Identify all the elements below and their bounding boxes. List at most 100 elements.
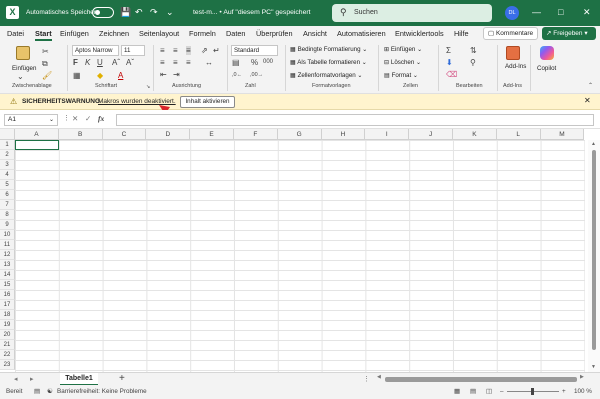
enter-icon[interactable]: ✓ [85, 114, 91, 123]
row-header[interactable]: 13 [0, 260, 15, 270]
row-header[interactable]: 20 [0, 330, 15, 340]
column-header[interactable]: I [365, 129, 410, 140]
tab-daten[interactable]: Daten [226, 29, 245, 38]
column-header[interactable]: K [453, 129, 497, 140]
tab-ansicht[interactable]: Ansicht [303, 29, 327, 38]
row-header[interactable]: 23 [0, 360, 15, 370]
tab-einfuegen[interactable]: Einfügen [60, 29, 89, 38]
formula-input[interactable] [116, 114, 594, 126]
redo-icon[interactable]: ↷ [150, 7, 158, 18]
paste-icon[interactable] [16, 46, 30, 60]
macro-record-icon[interactable]: ▤ [34, 388, 40, 395]
column-header[interactable]: E [190, 129, 234, 140]
column-header[interactable]: H [321, 129, 366, 140]
format-painter-icon[interactable]: 🖌 [42, 71, 52, 80]
italic-icon[interactable]: K [85, 58, 90, 67]
align-bottom-icon[interactable]: ≡ [186, 46, 191, 55]
increase-indent-icon[interactable]: ⇥ [173, 70, 180, 79]
decrease-indent-icon[interactable]: ⇤ [160, 70, 167, 79]
more-sheets-icon[interactable]: ⋮ [363, 375, 370, 383]
horizontal-scrollbar[interactable]: ◀ ▶ [377, 374, 587, 383]
copilot-label[interactable]: Copilot [537, 65, 556, 72]
autosum-icon[interactable]: Σ [446, 46, 451, 55]
search-box[interactable]: ⚲ Suchen [332, 4, 492, 22]
paste-dropdown-icon[interactable]: ⌄ [17, 72, 24, 81]
column-header[interactable]: J [409, 129, 453, 140]
addins-icon[interactable] [506, 46, 520, 60]
next-sheet-icon[interactable]: ▸ [30, 375, 34, 383]
delete-cells-button[interactable]: ⊟ Löschen ⌄ [384, 59, 421, 66]
percent-icon[interactable]: % [251, 58, 258, 67]
row-header[interactable]: 15 [0, 280, 15, 290]
page-layout-view-icon[interactable]: ▤ [470, 388, 476, 395]
zoom-level[interactable]: 100 % [574, 388, 592, 395]
tab-hilfe[interactable]: Hilfe [454, 29, 469, 38]
more-icon[interactable]: ⋮ [63, 114, 70, 122]
row-header[interactable]: 22 [0, 350, 15, 360]
row-header[interactable]: 18 [0, 310, 15, 320]
row-header[interactable]: 14 [0, 270, 15, 280]
clear-icon[interactable]: ⌫ [446, 70, 457, 79]
fill-color-icon[interactable]: ◆ [97, 71, 103, 80]
font-name-select[interactable]: Aptos Narrow [72, 45, 119, 56]
spreadsheet-grid[interactable]: ABCDEFGHIJKLM 1 2 3 4 5 6 7 8 9 10 11 12 13 14 15 16 17 1… [0, 129, 600, 372]
tab-start[interactable]: Start [35, 29, 52, 41]
font-color-icon[interactable]: A [118, 71, 123, 80]
format-as-table-button[interactable]: ▦ Als Tabelle formatieren ⌄ [290, 59, 367, 66]
name-box-dropdown-icon[interactable]: ⌄ [49, 115, 54, 125]
active-cell-a1[interactable] [15, 140, 59, 150]
column-header[interactable]: G [277, 129, 322, 140]
zoom-out-icon[interactable]: – [500, 388, 504, 395]
format-cells-button[interactable]: ▤ Format ⌄ [384, 72, 418, 79]
minimize-icon[interactable]: — [532, 6, 541, 18]
column-header[interactable]: A [15, 129, 59, 140]
row-header[interactable]: 21 [0, 340, 15, 350]
tab-ueberpruefen[interactable]: Überprüfen [256, 29, 293, 38]
vertical-scrollbar[interactable]: ▲ ▼ [588, 140, 600, 372]
zoom-slider[interactable] [507, 388, 559, 395]
select-all-corner[interactable] [0, 129, 15, 140]
accounting-format-icon[interactable]: ▤ [232, 58, 240, 67]
cut-icon[interactable]: ✂ [42, 47, 49, 56]
align-left-icon[interactable]: ≡ [160, 58, 165, 67]
customize-toolbar-icon[interactable]: ⌄ [166, 7, 174, 18]
accessibility-status[interactable]: Barrierefreiheit: Keine Probleme [57, 388, 147, 395]
tab-automatisieren[interactable]: Automatisieren [337, 29, 386, 38]
name-box[interactable]: A1 ⌄ [4, 114, 58, 126]
insert-cells-button[interactable]: ⊞ Einfügen ⌄ [384, 46, 422, 53]
grow-font-icon[interactable]: Aˆ [112, 58, 120, 67]
maximize-icon[interactable]: □ [558, 6, 563, 18]
row-header[interactable]: 6 [0, 190, 15, 200]
font-size-select[interactable]: 11 [121, 45, 145, 56]
tab-datei[interactable]: Datei [7, 29, 24, 38]
column-header[interactable]: M [540, 129, 585, 140]
zoom-in-icon[interactable]: + [562, 388, 566, 395]
tab-formeln[interactable]: Formeln [189, 29, 216, 38]
horizontal-scroll-thumb[interactable] [385, 377, 577, 382]
row-header[interactable]: 5 [0, 180, 15, 190]
shrink-font-icon[interactable]: Aˇ [126, 58, 134, 67]
column-header[interactable]: L [496, 129, 541, 140]
row-header[interactable]: 7 [0, 200, 15, 210]
row-header[interactable]: 8 [0, 210, 15, 220]
comma-style-icon[interactable]: 000 [263, 58, 273, 67]
avatar[interactable]: DL [505, 6, 519, 20]
paste-label[interactable]: Einfügen [12, 65, 36, 72]
underline-icon[interactable]: U [97, 58, 103, 67]
row-header[interactable]: 12 [0, 250, 15, 260]
collapse-ribbon-icon[interactable]: ⌃ [588, 82, 593, 91]
conditional-formatting-button[interactable]: ▦ Bedingte Formatierung ⌄ [290, 46, 367, 53]
row-header[interactable]: 16 [0, 290, 15, 300]
find-select-icon[interactable]: ⚲ [470, 58, 476, 67]
row-header[interactable]: 11 [0, 240, 15, 250]
row-header[interactable]: 19 [0, 320, 15, 330]
copilot-icon[interactable] [540, 46, 554, 60]
row-header[interactable]: 1 [0, 140, 15, 150]
sort-filter-icon[interactable]: ⇅ [470, 46, 477, 55]
number-format-select[interactable]: Standard [231, 45, 278, 56]
undo-icon[interactable]: ↶ [135, 7, 143, 18]
align-top-icon[interactable]: ≡ [160, 46, 165, 55]
scroll-up-icon[interactable]: ▲ [591, 141, 596, 147]
row-header[interactable]: 10 [0, 230, 15, 240]
add-sheet-button[interactable]: + [119, 373, 125, 385]
